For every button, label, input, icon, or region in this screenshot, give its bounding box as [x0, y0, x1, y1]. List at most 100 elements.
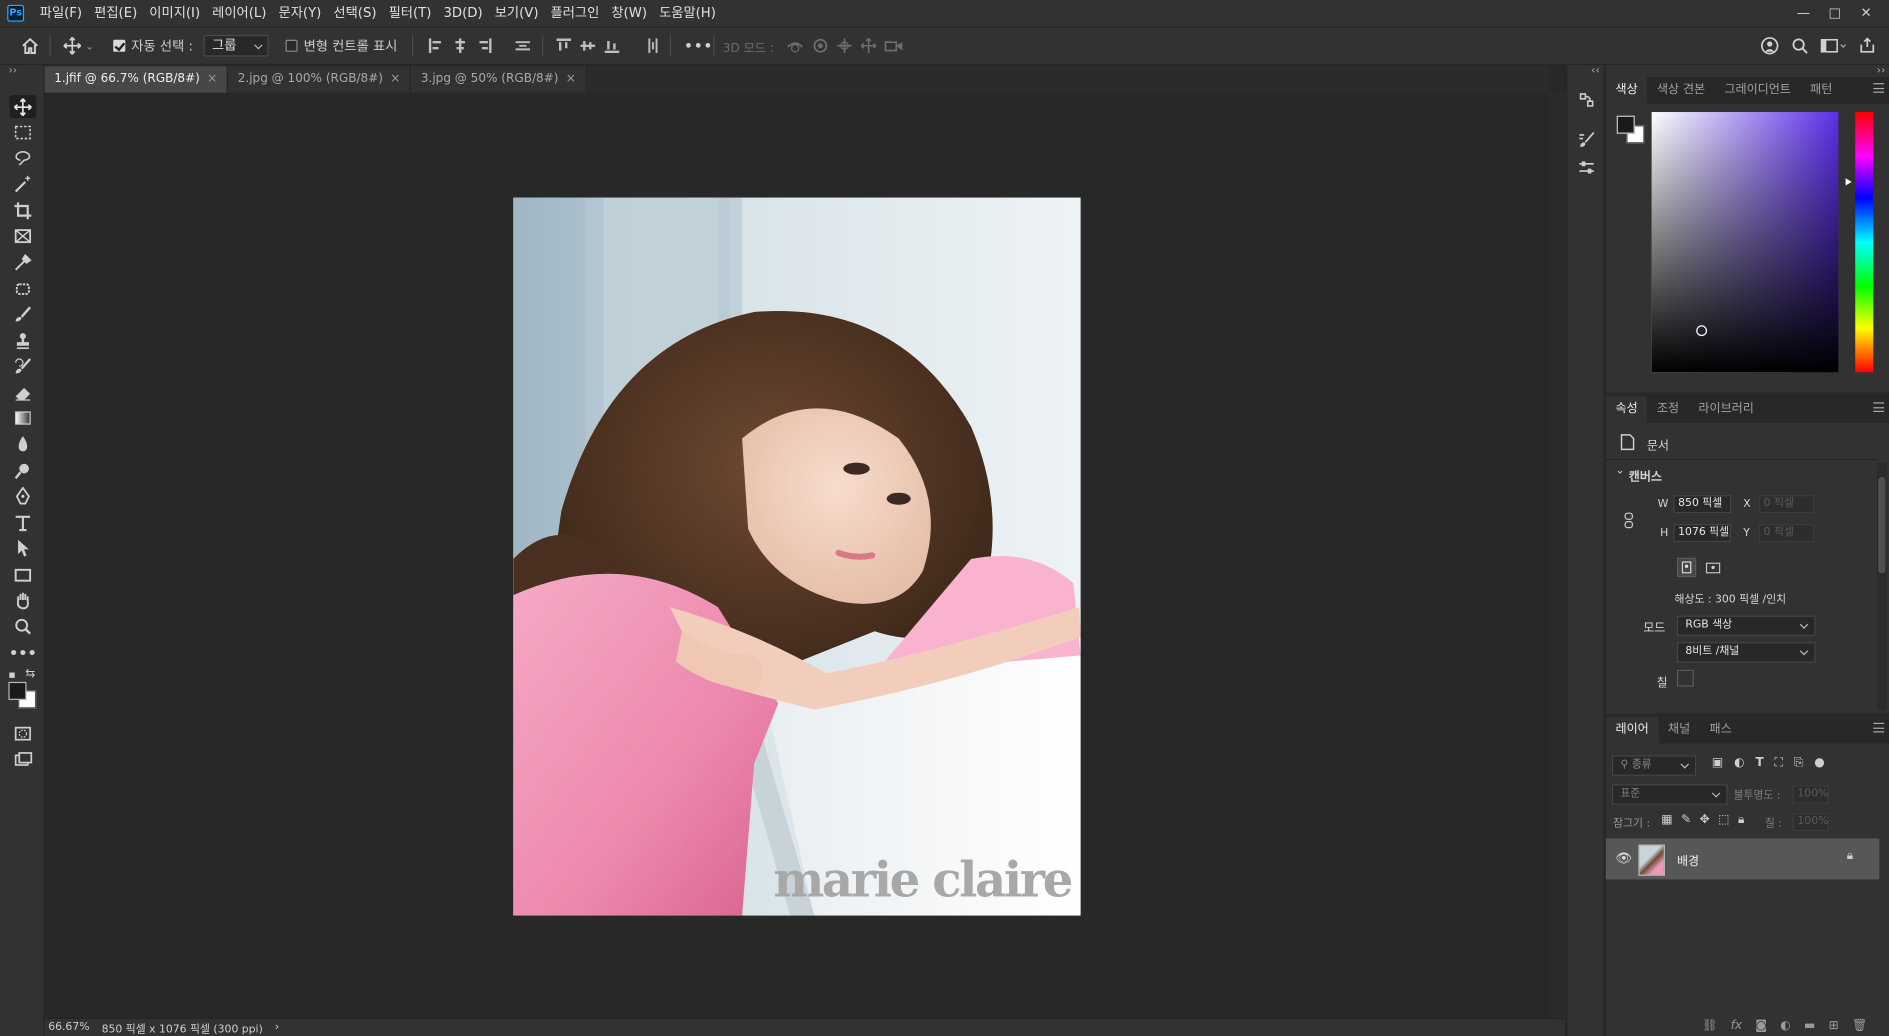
adjustments-icon[interactable] [1576, 157, 1598, 179]
new-adjustment-icon[interactable]: ◐ [1780, 1019, 1791, 1032]
opacity-field[interactable]: 100% [1792, 785, 1829, 804]
screen-mode-icon[interactable] [10, 748, 37, 771]
close-tab-icon[interactable]: × [390, 66, 400, 93]
menu-layer[interactable]: 레이어(L) [206, 0, 272, 27]
align-center-h-icon[interactable] [452, 37, 469, 54]
swap-colors-icon[interactable]: ⇆ [25, 667, 35, 680]
dodge-tool-icon[interactable] [10, 459, 37, 482]
history-brush-tool-icon[interactable] [10, 354, 37, 377]
panel-menu-icon[interactable] [1873, 402, 1885, 413]
visibility-eye-icon[interactable]: 👁︎ [1616, 851, 1633, 867]
document-image[interactable]: marie claire [513, 197, 1081, 916]
close-button[interactable]: ✕ [1850, 0, 1881, 27]
delete-layer-icon[interactable]: 🗑︎ [1852, 1019, 1867, 1032]
marquee-tool-icon[interactable] [10, 120, 37, 143]
align-bottom-icon[interactable] [604, 37, 621, 54]
layer-filter-dropdown[interactable]: ⚲ 종류 [1611, 755, 1697, 776]
fill-swatch[interactable] [1676, 669, 1694, 687]
blur-tool-icon[interactable] [10, 432, 37, 455]
type-filter-icon[interactable]: T [1755, 757, 1763, 770]
tab-layers[interactable]: 레이어 [1605, 716, 1659, 744]
clone-stamp-tool-icon[interactable] [10, 329, 37, 352]
canvas-area[interactable]: marie claire [44, 92, 1549, 1018]
tab-color[interactable]: 색상 [1605, 77, 1648, 104]
shape-filter-icon[interactable]: ⛶ [1775, 757, 1783, 770]
foreground-color-swatch[interactable] [8, 681, 27, 700]
collapse-icon[interactable]: ‹‹ [1591, 65, 1600, 77]
more-options-button[interactable]: ••• [684, 28, 713, 64]
landscape-orientation-icon[interactable] [1703, 558, 1722, 577]
transform-controls-check-icon[interactable] [285, 39, 298, 52]
eraser-tool-icon[interactable] [10, 381, 37, 404]
lock-all-icon[interactable]: 🔒︎ [1738, 813, 1744, 826]
menu-select[interactable]: 선택(S) [327, 0, 382, 27]
menu-window[interactable]: 창(W) [605, 0, 653, 27]
eyedropper-tool-icon[interactable] [10, 251, 37, 274]
scrollbar-thumb[interactable] [1878, 477, 1886, 574]
hue-slider-marker[interactable] [1845, 178, 1852, 186]
edit-toolbar-icon[interactable]: ••• [9, 641, 37, 664]
quick-mask-icon[interactable] [10, 722, 37, 745]
menu-view[interactable]: 보기(V) [489, 0, 545, 27]
tab-document-2[interactable]: 2.jpg @ 100% (RGB/8#) × [228, 66, 412, 93]
x-field[interactable]: 0 픽셀 [1758, 495, 1815, 514]
lock-transparent-icon[interactable]: ▦ [1661, 813, 1672, 826]
maximize-button[interactable]: □ [1819, 0, 1850, 27]
align-top-icon[interactable] [555, 37, 572, 54]
type-tool-icon[interactable] [10, 511, 37, 534]
path-selection-tool-icon[interactable] [10, 536, 37, 559]
healing-brush-tool-icon[interactable] [10, 277, 37, 300]
width-field[interactable]: 850 픽셀 [1673, 495, 1732, 514]
menu-plugins[interactable]: 플러그인 [545, 0, 606, 27]
menu-3d[interactable]: 3D(D) [437, 0, 488, 27]
3d-pan-icon[interactable] [836, 37, 853, 54]
status-menu-arrow[interactable]: › [275, 1022, 279, 1034]
tab-patterns[interactable]: 패턴 [1801, 77, 1842, 104]
zoom-level[interactable]: 66.67% [48, 1022, 89, 1034]
tab-paths[interactable]: 패스 [1700, 717, 1741, 744]
foreground-swatch[interactable] [1616, 115, 1635, 134]
layer-name[interactable]: 배경 [1677, 851, 1699, 868]
transform-controls-checkbox[interactable]: 변형 컨트롤 표시 [285, 28, 397, 64]
close-tab-icon[interactable]: × [566, 66, 576, 93]
gradient-tool-icon[interactable] [10, 406, 37, 429]
add-mask-icon[interactable]: ◙ [1755, 1019, 1767, 1032]
history-panel-icon[interactable] [1576, 89, 1598, 111]
default-colors-icon[interactable]: ▪ [8, 670, 15, 682]
color-field[interactable] [1651, 112, 1839, 373]
home-icon[interactable] [20, 28, 39, 64]
fx-icon[interactable]: fx [1731, 1019, 1742, 1032]
rectangle-tool-icon[interactable] [10, 563, 37, 586]
frame-tool-icon[interactable] [10, 224, 37, 247]
lock-image-icon[interactable]: ✎ [1681, 813, 1691, 826]
color-picker-cursor[interactable] [1696, 325, 1708, 337]
3d-roll-icon[interactable] [812, 37, 829, 54]
align-middle-icon[interactable] [579, 37, 596, 54]
portrait-orientation-icon[interactable] [1676, 557, 1697, 578]
lock-artboard-icon[interactable]: ⬚ [1718, 813, 1729, 826]
3d-scale-icon[interactable] [884, 37, 903, 54]
layer-row[interactable]: 👁︎ 배경 🔒︎ [1605, 838, 1880, 880]
distribute-vertical-icon[interactable] [645, 37, 662, 54]
panel-menu-icon[interactable] [1873, 83, 1885, 93]
brush-tool-icon[interactable] [10, 302, 37, 325]
align-left-icon[interactable] [428, 37, 445, 54]
workspace-icon[interactable] [1820, 37, 1847, 54]
menu-type[interactable]: 문자(Y) [273, 0, 328, 27]
new-group-icon[interactable]: ▬ [1804, 1019, 1815, 1032]
account-icon[interactable] [1760, 36, 1779, 55]
menu-filter[interactable]: 필터(T) [383, 0, 438, 27]
magic-wand-tool-icon[interactable] [10, 172, 37, 195]
fill-field[interactable]: 100% [1792, 813, 1829, 832]
3d-slide-icon[interactable] [860, 37, 877, 54]
hue-slider[interactable] [1855, 112, 1874, 373]
distribute-icon[interactable] [514, 37, 531, 54]
close-tab-icon[interactable]: × [207, 66, 217, 93]
auto-select-checkbox[interactable]: 자동 선택 : [113, 28, 193, 64]
menu-file[interactable]: 파일(F) [34, 0, 88, 27]
align-right-icon[interactable] [476, 37, 493, 54]
crop-tool-icon[interactable] [10, 199, 37, 222]
smart-object-filter-icon[interactable]: ⎘ [1794, 757, 1804, 770]
tab-document-3[interactable]: 3.jpg @ 50% (RGB/8#) × [411, 66, 587, 93]
minimize-button[interactable]: — [1788, 0, 1819, 27]
